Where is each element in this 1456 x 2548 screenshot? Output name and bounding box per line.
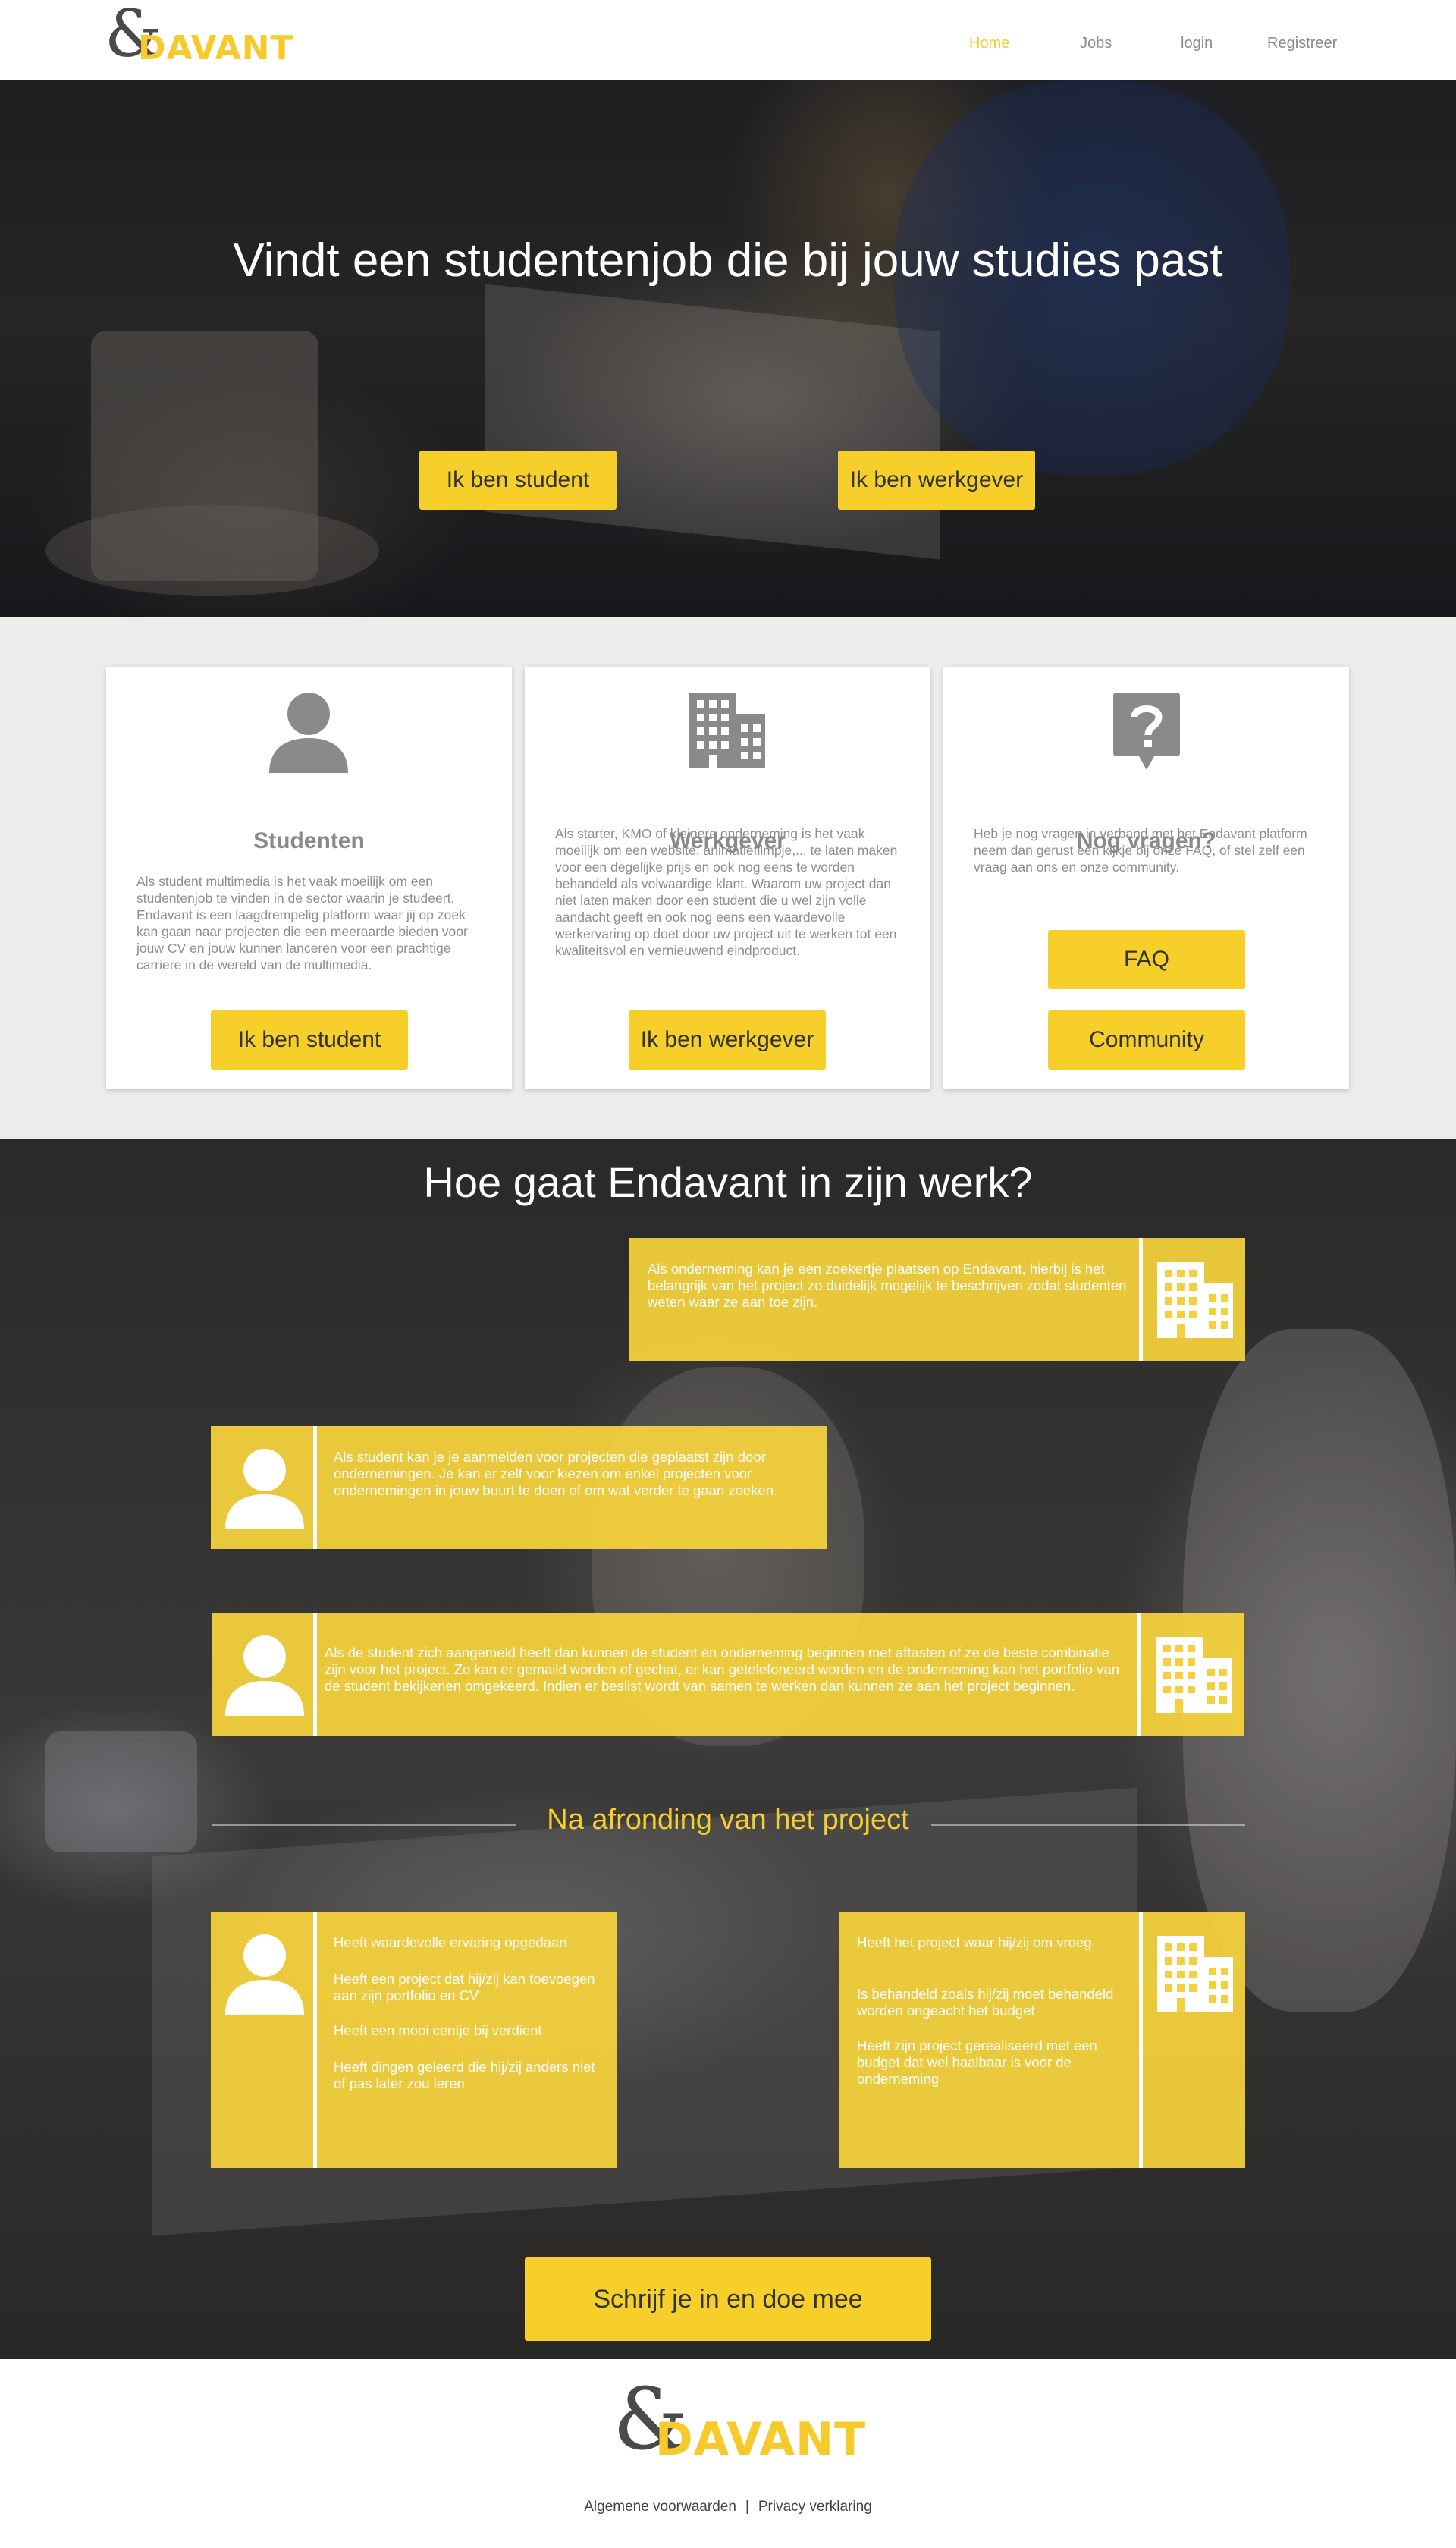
company-benefit-item: Heeft het project waar hij/zij om vroeg bbox=[857, 1934, 1092, 1950]
panel-divider bbox=[313, 1912, 317, 2168]
panel-divider bbox=[1138, 1613, 1141, 1736]
how-title: Hoe gaat Endavant in zijn werk? bbox=[423, 1158, 1033, 1206]
hero-student-button[interactable]: Ik ben student bbox=[419, 451, 617, 510]
student-benefit-item: Heeft een mooi centje bij verdient bbox=[334, 2022, 542, 2038]
card-students: Studenten Als student multimedia is het … bbox=[106, 667, 512, 1089]
footer-separator: | bbox=[745, 2499, 749, 2515]
building-icon bbox=[1157, 1262, 1233, 1338]
top-navbar: & DAVANT Home Jobs login Registreer bbox=[0, 0, 1456, 80]
panel-divider bbox=[1139, 1912, 1143, 2168]
card-employer-button[interactable]: Ik ben werkgever bbox=[629, 1010, 826, 1070]
hero-section: Vindt een studentenjob die bij jouw stud… bbox=[0, 80, 1456, 617]
step2-text: Als student kan je je aanmelden voor pro… bbox=[334, 1449, 778, 1498]
nav-jobs[interactable]: Jobs bbox=[1080, 35, 1112, 52]
logo-word: DAVANT bbox=[655, 2413, 867, 2466]
terms-link[interactable]: Algemene voorwaarden bbox=[584, 2499, 736, 2515]
student-benefit-item: Heeft een project dat hij/zij kan toevoe… bbox=[334, 1971, 595, 2003]
step1-text: Als onderneming kan je een zoekertje pla… bbox=[648, 1261, 1127, 1310]
after-project-title: Na afronding van het project bbox=[547, 1804, 909, 1836]
student-benefit-item: Heeft waardevolle ervaring opgedaan bbox=[334, 1934, 567, 1950]
logo-word: DAVANT bbox=[138, 29, 294, 68]
person-icon bbox=[225, 1934, 304, 2015]
company-benefit-item: Is behandeld zoals hij/zij moet behandel… bbox=[857, 1986, 1114, 2019]
intro-cards-section: Studenten Als student multimedia is het … bbox=[0, 617, 1456, 1139]
card-students-title: Studenten bbox=[253, 828, 365, 853]
person-icon bbox=[269, 693, 348, 773]
student-benefit-item: Heeft dingen geleerd die hij/zij anders … bbox=[334, 2059, 595, 2091]
signup-cta-button[interactable]: Schrijf je in en doe mee bbox=[525, 2257, 931, 2341]
nav-login[interactable]: login bbox=[1181, 35, 1213, 52]
nav-register[interactable]: Registreer bbox=[1267, 35, 1337, 52]
hero-employer-button[interactable]: Ik ben werkgever bbox=[838, 451, 1035, 510]
hero-overlay bbox=[0, 80, 1456, 617]
card-employer: Werkgever Als starter, KMO of kleinere o… bbox=[525, 667, 930, 1089]
card-questions: Nog vragen? Heb je nog vragen in verband… bbox=[943, 667, 1349, 1089]
building-icon bbox=[689, 693, 765, 768]
person-icon bbox=[225, 1449, 304, 1529]
faq-button[interactable]: FAQ bbox=[1048, 930, 1245, 989]
person-icon bbox=[225, 1635, 304, 1716]
hero-title: Vindt een studentenjob die bij jouw stud… bbox=[233, 234, 1223, 287]
card-students-text: Als student multimedia is het vaak moeil… bbox=[136, 874, 468, 972]
building-icon bbox=[1156, 1637, 1232, 1713]
privacy-link[interactable]: Privacy verklaring bbox=[758, 2499, 872, 2515]
subtitle-rule-right bbox=[931, 1824, 1245, 1826]
community-button[interactable]: Community bbox=[1048, 1010, 1245, 1070]
card-employer-text: Als starter, KMO of kleinere onderneming… bbox=[555, 826, 898, 958]
how-it-works-section: Hoe gaat Endavant in zijn werk? Als onde… bbox=[0, 1139, 1456, 2359]
step-company-posts: Als onderneming kan je een zoekertje pla… bbox=[629, 1238, 1245, 1361]
step-matching: Als de student zich aangemeld heeft dan … bbox=[212, 1613, 1244, 1736]
nav-home[interactable]: Home bbox=[969, 35, 1009, 52]
step3-text: Als de student zich aangemeld heeft dan … bbox=[325, 1645, 1119, 1694]
footer: & DAVANT Algemene voorwaarden | Privacy ve… bbox=[0, 2359, 1456, 2548]
panel-divider bbox=[1139, 1238, 1143, 1361]
card-questions-text: Heb je nog vragen in verband met het End… bbox=[974, 826, 1307, 875]
card-student-button[interactable]: Ik ben student bbox=[211, 1010, 408, 1070]
student-benefits-panel: Heeft waardevolle ervaring opgedaan Heef… bbox=[211, 1912, 617, 2168]
panel-divider bbox=[313, 1613, 317, 1736]
company-benefit-item: Heeft zijn project gerealiseerd met een … bbox=[857, 2037, 1097, 2087]
panel-divider bbox=[313, 1426, 317, 1549]
step-student-applies: Als student kan je je aanmelden voor pro… bbox=[211, 1426, 827, 1549]
question-bubble-icon bbox=[1113, 693, 1180, 770]
brand-logo[interactable]: & DAVANT bbox=[105, 2, 293, 71]
footer-logo[interactable]: & DAVANT bbox=[613, 2377, 865, 2468]
building-icon bbox=[1157, 1936, 1233, 2012]
footer-links: Algemene voorwaarden | Privacy verklaring bbox=[0, 2499, 1456, 2515]
company-benefits-panel: Heeft het project waar hij/zij om vroeg … bbox=[839, 1912, 1245, 2168]
